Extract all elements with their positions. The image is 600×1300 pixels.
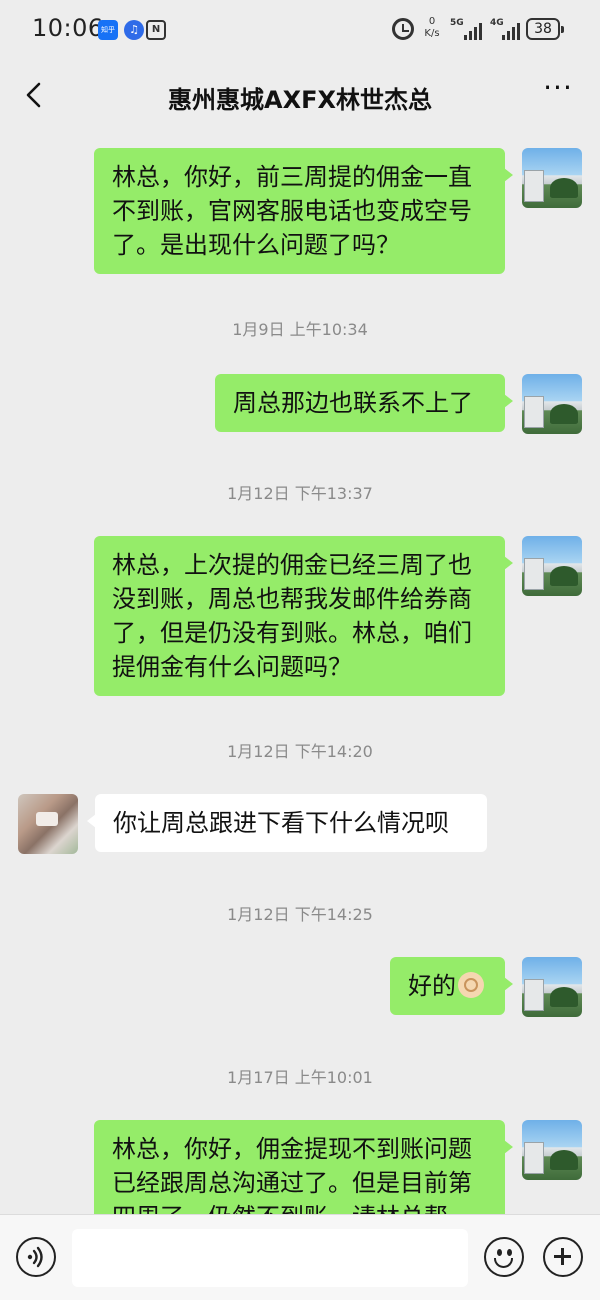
emoji-button[interactable] [484, 1237, 524, 1277]
chat-title: 惠州惠城AXFX林世杰总 [168, 86, 432, 114]
message-timestamp: 1月12日 下午14:20 [227, 742, 373, 761]
message-bubble-outgoing[interactable]: 好的 [390, 957, 513, 1015]
chat-input-bar [0, 1214, 600, 1300]
message-bubble-outgoing[interactable]: 林总，上次提的佣金已经三周了也没到账，周总也帮我发邮件给券商了，但是仍没有到账。… [94, 536, 513, 696]
nfc-icon: N [146, 20, 166, 40]
self-avatar[interactable] [522, 148, 582, 208]
network-speed-value: 0 [428, 16, 436, 27]
status-time: 10:06 [32, 14, 104, 42]
signal-5g-icon: 5G [450, 18, 490, 40]
battery-icon: 38 [526, 18, 564, 40]
more-functions-button[interactable] [543, 1237, 583, 1277]
network-speed-unit: K/s [424, 28, 440, 39]
network-speed: 0 K/s [421, 16, 443, 40]
message-timestamp: 1月17日 上午10:01 [227, 1068, 373, 1087]
self-avatar[interactable] [522, 536, 582, 596]
message-bubble-outgoing[interactable]: 林总，你好，前三周提的佣金一直不到账，官网客服电话也变成空号了。是出现什么问题了… [94, 148, 513, 274]
signal-5g-label: 5G [450, 18, 464, 28]
message-timestamp: 1月12日 下午14:25 [227, 905, 373, 924]
self-avatar[interactable] [522, 374, 582, 434]
signal-4g-icon: 4G [490, 18, 530, 40]
message-timestamp: 1月9日 上午10:34 [232, 320, 368, 339]
contact-avatar[interactable] [18, 794, 78, 854]
voice-input-button[interactable] [16, 1237, 56, 1277]
ok-hand-emoji-icon [458, 972, 484, 998]
message-bubble-outgoing[interactable]: 林总，你好，佣金提现不到账问题已经跟周总沟通过了。但是目前第四周了，仍然不到账，… [94, 1120, 513, 1214]
signal-4g-label: 4G [490, 18, 504, 28]
self-avatar[interactable] [522, 1120, 582, 1180]
message-input[interactable] [72, 1229, 468, 1287]
status-bar: 10:06 知乎 ♫ N 0 K/s 5G 4G 38 [0, 0, 600, 60]
more-options-button[interactable]: ··· [538, 74, 578, 108]
emoji-eye-left [497, 1249, 502, 1256]
self-avatar[interactable] [522, 957, 582, 1017]
alarm-icon [392, 18, 414, 40]
message-bubble-incoming[interactable]: 你让周总跟进下看下什么情况呗 [87, 794, 487, 852]
back-button[interactable] [18, 78, 52, 112]
message-bubble-outgoing[interactable]: 周总那边也联系不上了 [215, 374, 513, 432]
music-icon: ♫ [124, 20, 144, 40]
chevron-left-icon [26, 82, 41, 108]
zhihu-icon: 知乎 [98, 20, 118, 40]
emoji-mouth [494, 1258, 513, 1268]
message-timestamp: 1月12日 下午13:37 [227, 484, 373, 503]
emoji-eye-right [507, 1249, 512, 1256]
message-clip-area: 林总，你好，佣金提现不到账问题已经跟周总沟通过了。但是目前第四周了，仍然不到账，… [0, 1110, 600, 1214]
message-text: 好的 [408, 972, 456, 1000]
voice-icon [27, 1246, 43, 1268]
chat-header: 惠州惠城AXFX林世杰总 ··· [0, 60, 600, 130]
